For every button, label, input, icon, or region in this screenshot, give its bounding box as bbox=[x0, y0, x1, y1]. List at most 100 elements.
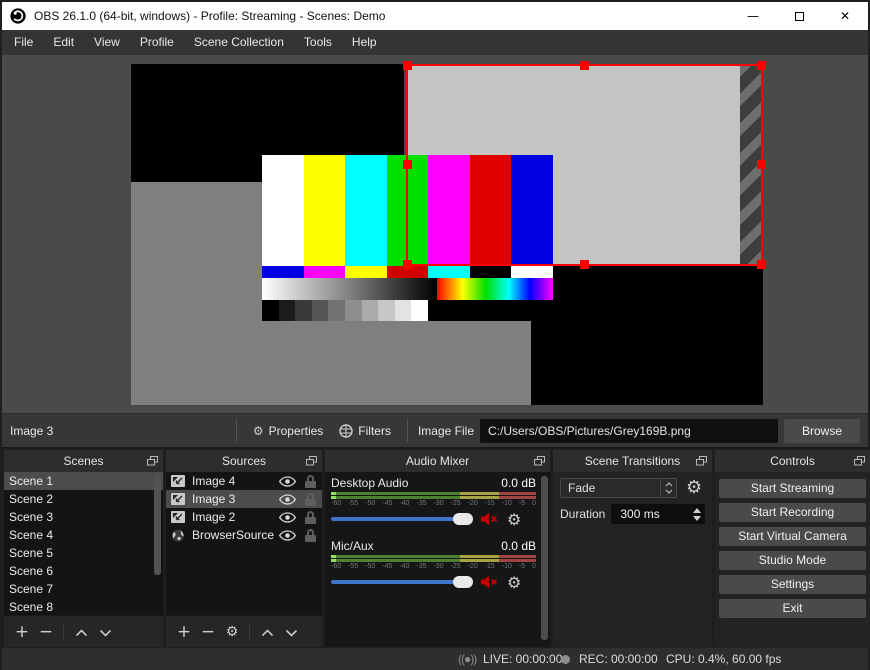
browse-button[interactable]: Browse bbox=[784, 418, 860, 443]
visibility-eye-icon[interactable] bbox=[279, 529, 296, 541]
image-file-path-field[interactable]: C:/Users/OBS/Pictures/Grey169B.png bbox=[480, 418, 778, 443]
visibility-eye-icon[interactable] bbox=[279, 493, 296, 505]
channel-name: Desktop Audio bbox=[331, 476, 409, 490]
volume-slider-knob[interactable] bbox=[453, 513, 473, 525]
add-scene-button[interactable]: + bbox=[10, 622, 34, 642]
scene-list-item[interactable]: Scene 1 bbox=[4, 472, 163, 490]
spinner-up-icon[interactable] bbox=[693, 507, 701, 513]
channel-gear-icon[interactable]: ⚙ bbox=[507, 510, 521, 529]
toolbar-separator bbox=[63, 623, 64, 640]
exit-button[interactable]: Exit bbox=[719, 599, 866, 618]
add-source-button[interactable]: + bbox=[172, 622, 196, 642]
channel-gear-icon[interactable]: ⚙ bbox=[507, 573, 521, 592]
selection-handle-top-center[interactable] bbox=[579, 61, 589, 70]
properties-button[interactable]: ⚙ Properties bbox=[253, 424, 323, 438]
start-recording-button[interactable]: Start Recording bbox=[719, 503, 866, 522]
meter-tick-label: 0 bbox=[532, 500, 536, 507]
filters-button[interactable]: Filters bbox=[339, 424, 391, 438]
source-label: Image 4 bbox=[192, 474, 236, 488]
start-streaming-button[interactable]: Start Streaming bbox=[719, 479, 866, 498]
volume-slider[interactable] bbox=[331, 513, 473, 525]
maximize-icon bbox=[794, 11, 804, 21]
move-scene-down-button[interactable] bbox=[93, 622, 117, 642]
scenes-title: Scenes bbox=[63, 454, 104, 468]
preview-area[interactable] bbox=[2, 55, 868, 413]
menu-help[interactable]: Help bbox=[342, 30, 387, 55]
scene-list-item[interactable]: Scene 8 bbox=[4, 598, 163, 615]
source-list-item[interactable]: BrowserSource bbox=[166, 526, 322, 544]
visibility-eye-icon[interactable] bbox=[279, 511, 296, 523]
studio-mode-button[interactable]: Studio Mode bbox=[719, 551, 866, 570]
scene-list-item[interactable]: Scene 6 bbox=[4, 562, 163, 580]
controls-body: Start Streaming Start Recording Start Vi… bbox=[715, 472, 870, 647]
remove-scene-button[interactable]: − bbox=[34, 622, 58, 642]
volume-slider-knob[interactable] bbox=[453, 576, 473, 588]
status-bar: ((●)) LIVE: 00:00:00 REC: 00:00:00 CPU: … bbox=[2, 648, 868, 670]
meter-tick-label: -35 bbox=[416, 563, 427, 570]
selection-handle-mid-left[interactable] bbox=[403, 160, 412, 169]
selection-handle-bottom-center[interactable] bbox=[579, 260, 589, 269]
lock-icon[interactable] bbox=[305, 528, 316, 542]
menu-file[interactable]: File bbox=[4, 30, 43, 55]
selection-handle-top-left[interactable] bbox=[403, 61, 412, 70]
popout-icon[interactable] bbox=[854, 456, 865, 466]
close-button[interactable]: ✕ bbox=[822, 2, 868, 30]
popout-icon[interactable] bbox=[147, 456, 158, 466]
selection-bounding-box[interactable] bbox=[403, 61, 766, 269]
selection-handle-bottom-right[interactable] bbox=[757, 260, 766, 269]
source-properties-gear-icon[interactable]: ⚙ bbox=[220, 624, 244, 640]
transition-select[interactable]: Fade bbox=[560, 477, 677, 498]
move-scene-up-button[interactable] bbox=[69, 622, 93, 642]
meter-tick-label: -25 bbox=[450, 563, 461, 570]
spinner-down-icon[interactable] bbox=[693, 515, 701, 521]
menu-view[interactable]: View bbox=[84, 30, 130, 55]
start-virtual-camera-button[interactable]: Start Virtual Camera bbox=[719, 527, 866, 546]
mixer-scrollbar[interactable] bbox=[541, 476, 548, 640]
move-source-up-button[interactable] bbox=[255, 622, 279, 642]
menu-tools[interactable]: Tools bbox=[294, 30, 342, 55]
popout-icon[interactable] bbox=[696, 456, 707, 466]
settings-button[interactable]: Settings bbox=[719, 575, 866, 594]
duration-spinner[interactable]: 300 ms bbox=[611, 504, 705, 524]
minimize-button[interactable]: — bbox=[730, 2, 776, 30]
menu-profile[interactable]: Profile bbox=[130, 30, 184, 55]
volume-slider[interactable] bbox=[331, 576, 473, 588]
lock-icon[interactable] bbox=[305, 492, 316, 506]
scenes-panel-header: Scenes bbox=[4, 450, 163, 472]
menu-scene-collection[interactable]: Scene Collection bbox=[184, 30, 294, 55]
selection-handle-top-right[interactable] bbox=[757, 61, 766, 70]
remove-source-button[interactable]: − bbox=[196, 622, 220, 642]
maximize-button[interactable] bbox=[776, 2, 822, 30]
audio-mixer-header: Audio Mixer bbox=[325, 450, 550, 472]
mute-speaker-icon[interactable] bbox=[481, 575, 499, 589]
scene-list-item[interactable]: Scene 5 bbox=[4, 544, 163, 562]
scene-item-black-bottom[interactable] bbox=[531, 266, 763, 405]
selection-handle-mid-right[interactable] bbox=[757, 160, 766, 169]
menu-edit[interactable]: Edit bbox=[43, 30, 84, 55]
popout-icon[interactable] bbox=[534, 456, 545, 466]
volume-meter bbox=[331, 496, 536, 499]
scenes-scrollbar[interactable] bbox=[154, 475, 161, 575]
mute-speaker-icon[interactable] bbox=[481, 512, 499, 526]
grayscale-ramp bbox=[262, 278, 437, 300]
transition-gear-icon[interactable]: ⚙ bbox=[686, 477, 702, 498]
scene-list-item[interactable]: Scene 2 bbox=[4, 490, 163, 508]
scene-transitions-panel: Scene Transitions Fade ⚙ Duration 300 ms bbox=[553, 450, 712, 647]
source-list-item[interactable]: Image 2 bbox=[166, 508, 322, 526]
visibility-eye-icon[interactable] bbox=[279, 475, 296, 487]
popout-icon[interactable] bbox=[306, 456, 317, 466]
scene-list-item[interactable]: Scene 4 bbox=[4, 526, 163, 544]
lock-icon[interactable] bbox=[305, 510, 316, 524]
meter-tick-label: 0 bbox=[532, 563, 536, 570]
meter-tick-label: -50 bbox=[365, 563, 376, 570]
lock-icon[interactable] bbox=[305, 474, 316, 488]
selection-handle-bottom-left[interactable] bbox=[403, 260, 412, 269]
preview-canvas[interactable] bbox=[131, 61, 766, 405]
dock-panels: Scenes Scene 1 Scene 2 Scene 3 Scene 4 S… bbox=[2, 448, 870, 648]
move-source-down-button[interactable] bbox=[279, 622, 303, 642]
mixer-channel-desktop-audio: Desktop Audio 0.0 dB -60 -55 -50 -45 -40 -35-… bbox=[331, 476, 536, 529]
scene-list-item[interactable]: Scene 3 bbox=[4, 508, 163, 526]
source-list-item[interactable]: Image 4 bbox=[166, 472, 322, 490]
source-list-item[interactable]: Image 3 bbox=[166, 490, 322, 508]
scene-list-item[interactable]: Scene 7 bbox=[4, 580, 163, 598]
